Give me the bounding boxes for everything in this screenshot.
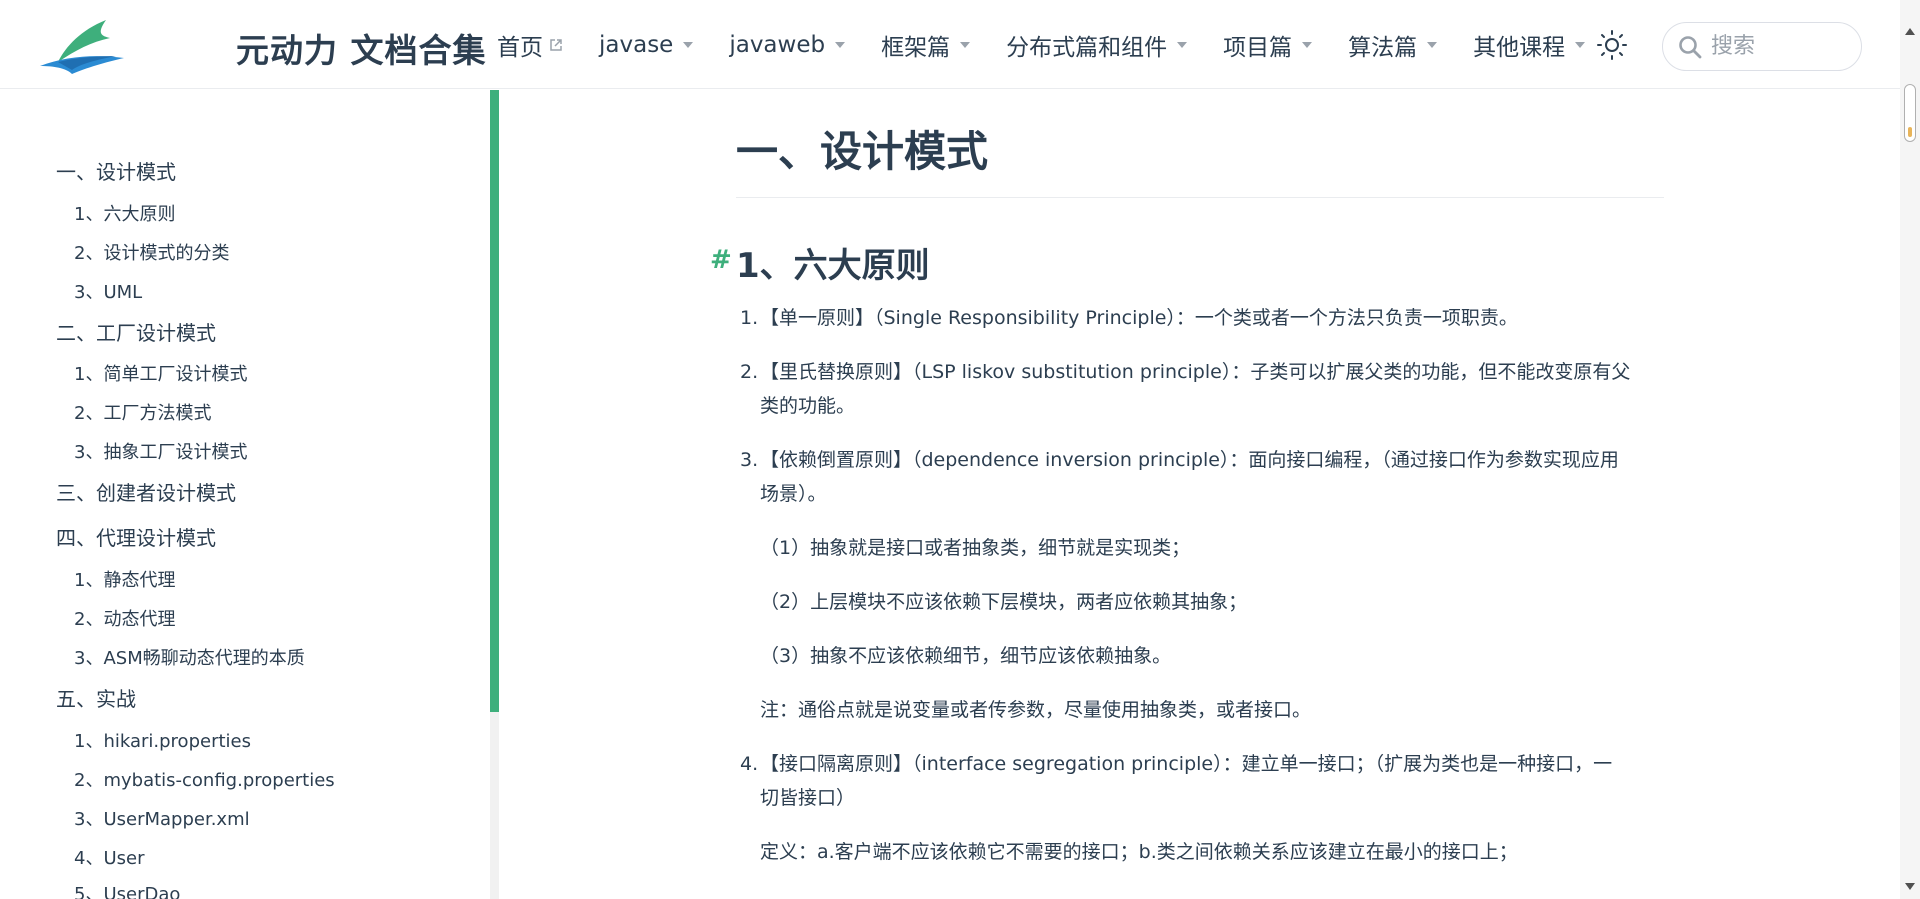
list-item-number: 2. xyxy=(740,361,759,383)
chevron-down-icon xyxy=(1575,41,1586,48)
list-item-continued: 类的功能。 xyxy=(760,395,856,417)
nav-framework[interactable]: 框架篇 xyxy=(881,28,971,62)
scroll-up-icon[interactable] xyxy=(1905,28,1915,35)
navbar: 元动力 文档合集 首页 javase javaweb 框架篇 分布式篇和组件 项… xyxy=(0,0,1900,89)
sidebar-item-pattern-categories[interactable]: 2、设计模式的分类 xyxy=(74,239,229,265)
external-link-icon xyxy=(550,38,562,51)
sidebar-item-design-patterns[interactable]: 一、设计模式 xyxy=(56,156,176,185)
nav-javase-label: javase xyxy=(599,31,674,58)
list-item: 【依赖倒置原则】（dependence inversion principle）… xyxy=(760,449,1619,471)
sidebar-item-practice[interactable]: 五、实战 xyxy=(56,683,136,712)
logo-icon[interactable] xyxy=(36,16,226,76)
sidebar-item-factory-method[interactable]: 2、工厂方法模式 xyxy=(74,399,211,425)
list-item: 【里氏替换原则】（LSP liskov substitution princip… xyxy=(760,361,1631,383)
list-item-continued: 场景）。 xyxy=(760,483,827,505)
nav-other-courses-label: 其他课程 xyxy=(1473,34,1566,61)
definition-text: 定义：a.客户端不应该依赖它不需要的接口；b.类之间依赖关系应该建立在最小的接口… xyxy=(760,841,1518,863)
page-title: 一、设计模式 xyxy=(736,118,1664,198)
chevron-down-icon xyxy=(1177,41,1188,48)
sidebar: 一、设计模式 1、六大原则 2、设计模式的分类 3、UML 二、工厂设计模式 1… xyxy=(0,90,490,899)
nav-other-courses[interactable]: 其他课程 xyxy=(1473,28,1586,62)
sidebar-item-hikari-properties[interactable]: 1、hikari.properties xyxy=(74,727,251,753)
nav-home[interactable]: 首页 xyxy=(497,28,563,62)
nav-javaweb[interactable]: javaweb xyxy=(729,31,846,58)
sidebar-item-builder-pattern[interactable]: 三、创建者设计模式 xyxy=(56,477,236,506)
sidebar-scrollbar-thumb[interactable] xyxy=(490,90,499,712)
sub-point: （3）抽象不应该依赖细节，细节应该依赖抽象。 xyxy=(760,645,1172,667)
page-scrollbar-thumb[interactable] xyxy=(1904,84,1916,142)
nav-distributed[interactable]: 分布式篇和组件 xyxy=(1006,28,1188,62)
list-item-number: 3. xyxy=(740,449,759,471)
header-anchor-link[interactable]: # xyxy=(710,245,732,275)
nav-algorithms[interactable]: 算法篇 xyxy=(1348,28,1438,62)
list-item: 【单一原则】（Single Responsibility Principle）：… xyxy=(760,307,1518,329)
list-item-number: 4. xyxy=(740,753,759,775)
chevron-down-icon xyxy=(960,41,971,48)
search-icon xyxy=(1679,35,1702,58)
sidebar-item-factory-pattern[interactable]: 二、工厂设计模式 xyxy=(56,317,216,346)
sun-icon[interactable] xyxy=(1596,29,1628,61)
sidebar-item-uml[interactable]: 3、UML xyxy=(74,278,142,304)
sidebar-scrollbar[interactable] xyxy=(490,90,499,899)
sidebar-item-mybatis-config[interactable]: 2、mybatis-config.properties xyxy=(74,766,335,792)
sidebar-item-dynamic-proxy[interactable]: 2、动态代理 xyxy=(74,605,175,631)
list-item-number: 1. xyxy=(740,307,759,329)
list-item: 【接口隔离原则】（interface segregation principle… xyxy=(760,753,1613,775)
sidebar-item-six-principles[interactable]: 1、六大原则 xyxy=(74,200,175,226)
sidebar-item-user[interactable]: 4、User xyxy=(74,844,144,870)
nav-framework-label: 框架篇 xyxy=(881,34,951,61)
search-box[interactable] xyxy=(1662,22,1862,71)
nav-links: 首页 javase javaweb 框架篇 分布式篇和组件 项目篇 算法篇 其他… xyxy=(497,0,1621,89)
sidebar-item-proxy-pattern[interactable]: 四、代理设计模式 xyxy=(56,522,216,551)
site-title[interactable]: 元动力 文档合集 xyxy=(236,24,487,72)
sidebar-item-static-proxy[interactable]: 1、静态代理 xyxy=(74,566,175,592)
sidebar-item-userdao[interactable]: 5、UserDao xyxy=(74,880,180,899)
search-input[interactable] xyxy=(1711,34,1851,59)
chevron-down-icon xyxy=(683,41,694,48)
section-heading: 1、六大原则 xyxy=(736,246,930,286)
chevron-down-icon xyxy=(1427,41,1438,48)
chevron-down-icon xyxy=(1302,41,1313,48)
nav-distributed-label: 分布式篇和组件 xyxy=(1006,34,1168,61)
sidebar-item-usermapper-xml[interactable]: 3、UserMapper.xml xyxy=(74,805,250,831)
page-scrollbar[interactable] xyxy=(1900,0,1920,899)
sidebar-item-simple-factory[interactable]: 1、简单工厂设计模式 xyxy=(74,360,247,386)
chevron-down-icon xyxy=(835,41,846,48)
nav-javase[interactable]: javase xyxy=(599,31,694,58)
sidebar-item-abstract-factory[interactable]: 3、抽象工厂设计模式 xyxy=(74,438,247,464)
sub-point: （1）抽象就是接口或者抽象类，细节就是实现类； xyxy=(760,537,1191,559)
list-item-continued: 切皆接口） xyxy=(760,787,856,809)
nav-home-label: 首页 xyxy=(497,34,543,61)
note-text: 注：通俗点就是说变量或者传参数，尽量使用抽象类，或者接口。 xyxy=(760,699,1312,721)
nav-projects[interactable]: 项目篇 xyxy=(1223,28,1313,62)
sub-point: （2）上层模块不应该依赖下层模块，两者应依赖其抽象； xyxy=(760,591,1248,613)
nav-algorithms-label: 算法篇 xyxy=(1348,34,1418,61)
sidebar-item-asm-proxy[interactable]: 3、ASM畅聊动态代理的本质 xyxy=(74,644,305,670)
nav-projects-label: 项目篇 xyxy=(1223,34,1293,61)
scroll-down-icon[interactable] xyxy=(1905,883,1915,890)
nav-javaweb-label: javaweb xyxy=(729,31,826,58)
